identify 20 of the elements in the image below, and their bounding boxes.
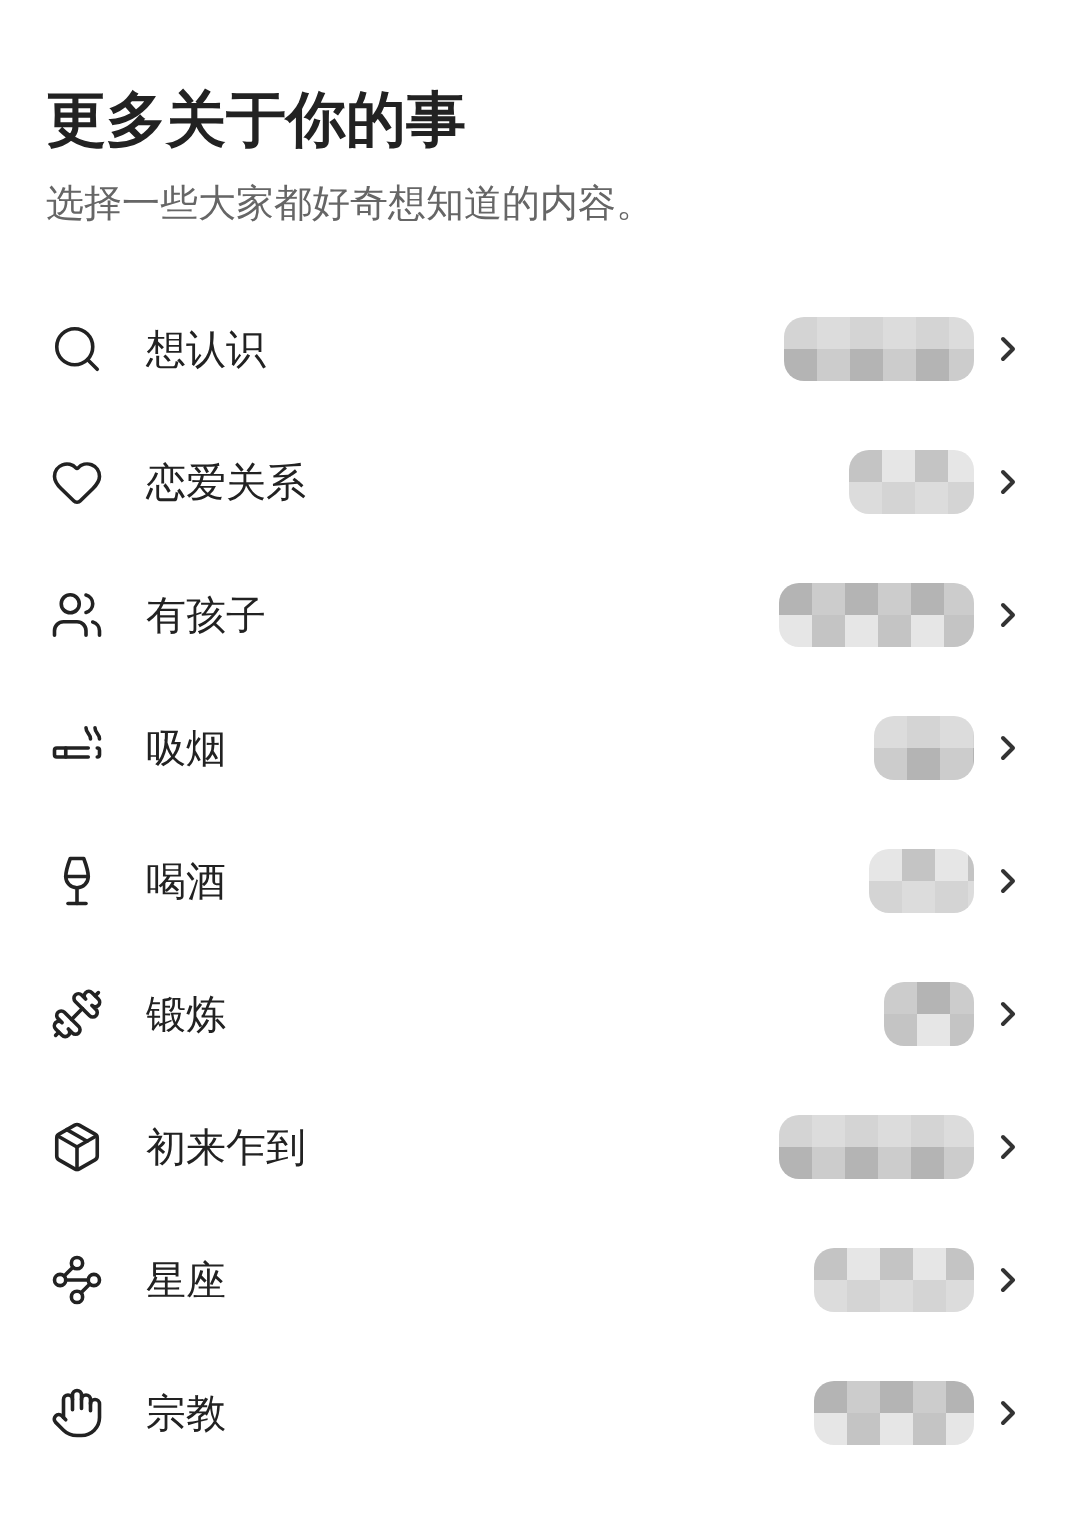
row-label: 想认识 — [146, 324, 267, 374]
settings-row[interactable]: 喝酒 — [0, 814, 1080, 947]
settings-row[interactable]: 初来乍到 — [0, 1080, 1080, 1213]
row-label: 恋爱关系 — [146, 457, 307, 507]
row-label: 初来乍到 — [146, 1122, 307, 1172]
settings-row[interactable]: 想认识 — [0, 282, 1080, 415]
row-label: 宗教 — [146, 1388, 227, 1438]
settings-row[interactable]: 有孩子 — [0, 548, 1080, 681]
row-label: 吸烟 — [146, 723, 227, 773]
page-subtitle: 选择一些大家都好奇想知道的内容。 — [46, 180, 655, 227]
row-label: 星座 — [146, 1255, 227, 1305]
row-label: 喝酒 — [146, 856, 227, 906]
settings-row[interactable]: 宗教 — [0, 1346, 1080, 1479]
row-label: 锻炼 — [146, 989, 227, 1039]
row-label: 有孩子 — [146, 590, 267, 640]
page-title: 更多关于你的事 — [46, 83, 467, 156]
settings-row[interactable]: 星座 — [0, 1213, 1080, 1346]
settings-row[interactable]: 锻炼 — [0, 947, 1080, 1080]
settings-row[interactable]: 恋爱关系 — [0, 415, 1080, 548]
settings-row[interactable]: 吸烟 — [0, 681, 1080, 814]
